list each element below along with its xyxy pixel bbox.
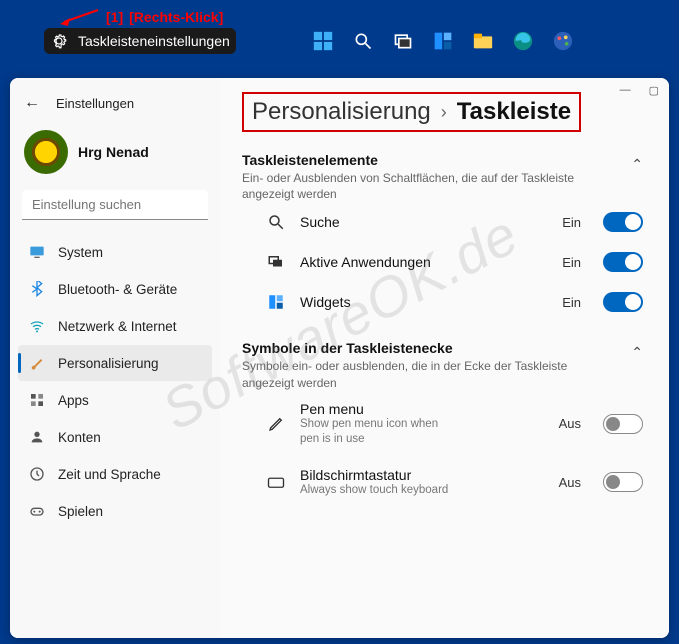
content-area: — ▢ Personalisierung › Taskleiste Taskle… <box>220 78 669 638</box>
setting-row-search: Suche Ein <box>242 202 647 242</box>
section-subtitle: Symbole ein- oder ausblenden, die in der… <box>242 358 602 390</box>
row-label: Suche <box>300 214 548 230</box>
row-label: Bildschirmtastatur <box>300 467 545 483</box>
section-corner-icons: Symbole in der Taskleistenecke Symbole e… <box>242 340 647 507</box>
user-name: Hrg Nenad <box>78 144 149 160</box>
back-arrow-icon[interactable]: ← <box>24 94 40 112</box>
chevron-right-icon: › <box>441 102 447 123</box>
row-label: Pen menu <box>300 401 545 417</box>
taskbar-search-icon[interactable] <box>350 28 376 54</box>
annotation-arrow-icon <box>60 8 100 26</box>
window-controls: — ▢ <box>620 84 659 97</box>
nav-item-personalization[interactable]: Personalisierung <box>18 345 212 381</box>
system-icon <box>28 243 46 261</box>
search-icon <box>266 212 286 232</box>
setting-row-pen: Pen menu Show pen menu icon when pen is … <box>242 391 647 457</box>
nav-item-apps[interactable]: Apps <box>18 382 212 418</box>
gaming-icon <box>28 502 46 520</box>
nav-label: Spielen <box>58 504 103 519</box>
annotation-text: [Rechts-Klick] <box>129 9 223 25</box>
nav-label: Zeit und Sprache <box>58 467 161 482</box>
setting-row-touchkeyboard: Bildschirmtastatur Always show touch key… <box>242 457 647 508</box>
row-state: Aus <box>559 416 581 431</box>
section-title: Taskleistenelemente <box>242 152 602 168</box>
search-input[interactable] <box>22 190 208 220</box>
avatar <box>24 130 68 174</box>
chevron-up-icon[interactable]: ⌃ <box>631 340 643 361</box>
setting-row-taskview: Aktive Anwendungen Ein <box>242 242 647 282</box>
nav-label: Konten <box>58 430 101 445</box>
nav-item-accounts[interactable]: Konten <box>18 419 212 455</box>
section-title: Symbole in der Taskleistenecke <box>242 340 602 356</box>
row-desc: Always show touch keyboard <box>300 483 450 498</box>
apps-icon <box>28 391 46 409</box>
nav-label: Netzwerk & Internet <box>58 319 177 334</box>
maximize-button[interactable]: ▢ <box>649 84 659 97</box>
clock-icon <box>28 465 46 483</box>
search-box <box>22 190 208 220</box>
paint-icon[interactable] <box>550 28 576 54</box>
row-state: Ein <box>562 215 581 230</box>
pen-icon <box>266 414 286 434</box>
widgets-icon[interactable] <box>430 28 456 54</box>
nav-item-system[interactable]: System <box>18 234 212 270</box>
annotation-overlay: [1] [Rechts-Klick] <box>60 8 223 26</box>
row-label: Aktive Anwendungen <box>300 254 548 270</box>
widgets-row-icon <box>266 292 286 312</box>
sidebar: ← Einstellungen Hrg Nenad System Bluetoo… <box>10 78 220 638</box>
row-label: Widgets <box>300 294 548 310</box>
edge-icon[interactable] <box>510 28 536 54</box>
gear-icon <box>50 32 68 50</box>
row-desc: Show pen menu icon when pen is in use <box>300 417 450 447</box>
row-state: Ein <box>562 255 581 270</box>
section-taskbar-items: Taskleistenelemente Ein- oder Ausblenden… <box>242 152 647 322</box>
nav-item-bluetooth[interactable]: Bluetooth- & Geräte <box>18 271 212 307</box>
keyboard-icon <box>266 472 286 492</box>
taskview-icon <box>266 252 286 272</box>
brush-icon <box>28 354 46 372</box>
taskbar <box>310 28 576 54</box>
sidebar-title: Einstellungen <box>56 96 134 111</box>
person-icon <box>28 428 46 446</box>
nav-list: System Bluetooth- & Geräte Netzwerk & In… <box>18 234 212 529</box>
row-state: Ein <box>562 295 581 310</box>
section-subtitle: Ein- oder Ausblenden von Schaltflächen, … <box>242 170 602 202</box>
setting-row-widgets: Widgets Ein <box>242 282 647 322</box>
context-menu[interactable]: Taskleisteneinstellungen <box>44 28 236 54</box>
chevron-up-icon[interactable]: ⌃ <box>631 152 643 173</box>
nav-label: Apps <box>58 393 89 408</box>
toggle-widgets[interactable] <box>603 292 643 312</box>
nav-label: Personalisierung <box>58 356 159 371</box>
toggle-search[interactable] <box>603 212 643 232</box>
settings-window: ← Einstellungen Hrg Nenad System Bluetoo… <box>10 78 669 638</box>
annotation-index: [1] <box>106 9 123 25</box>
wifi-icon <box>28 317 46 335</box>
sidebar-header: ← Einstellungen <box>18 90 212 122</box>
context-menu-label: Taskleisteneinstellungen <box>78 33 230 49</box>
explorer-icon[interactable] <box>470 28 496 54</box>
start-button[interactable] <box>310 28 336 54</box>
nav-item-network[interactable]: Netzwerk & Internet <box>18 308 212 344</box>
breadcrumb: Personalisierung › Taskleiste <box>242 92 581 132</box>
row-state: Aus <box>559 475 581 490</box>
toggle-touchkeyboard[interactable] <box>603 472 643 492</box>
toggle-taskview[interactable] <box>603 252 643 272</box>
task-view-icon[interactable] <box>390 28 416 54</box>
minimize-button[interactable]: — <box>620 84 631 97</box>
user-row[interactable]: Hrg Nenad <box>18 126 212 186</box>
bluetooth-icon <box>28 280 46 298</box>
nav-item-time-language[interactable]: Zeit und Sprache <box>18 456 212 492</box>
nav-label: System <box>58 245 103 260</box>
toggle-pen[interactable] <box>603 414 643 434</box>
breadcrumb-parent[interactable]: Personalisierung <box>252 98 431 126</box>
nav-label: Bluetooth- & Geräte <box>58 282 177 297</box>
breadcrumb-current: Taskleiste <box>457 98 571 126</box>
nav-item-gaming[interactable]: Spielen <box>18 493 212 529</box>
